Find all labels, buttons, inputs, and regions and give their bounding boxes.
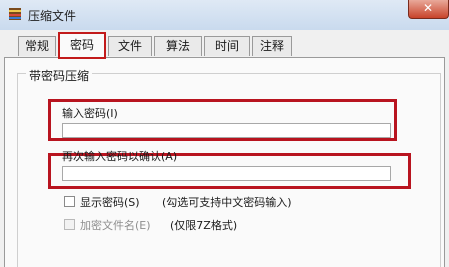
confirm-password-input[interactable] [62, 166, 391, 181]
encrypt-filenames-label: 加密文件名(E) [80, 219, 151, 232]
tab-strip: 常规 密码 文件 算法 时间 注释 [0, 30, 449, 59]
encrypt-filenames-note: (仅限7Z格式) [170, 219, 238, 232]
tab-general[interactable]: 常规 [18, 36, 56, 56]
show-password-checkbox[interactable] [64, 196, 75, 207]
show-password-label: 显示密码(S) [80, 196, 140, 209]
tab-password[interactable]: 密码 [58, 32, 106, 59]
close-button[interactable]: ✕ [408, 0, 449, 19]
confirm-label: 再次输入密码以确认(A) [62, 150, 178, 163]
close-icon: ✕ [423, 1, 434, 15]
tab-files[interactable]: 文件 [108, 36, 152, 56]
group-title: 带密码压缩 [26, 67, 93, 84]
tab-time[interactable]: 时间 [204, 36, 250, 56]
encrypt-filenames-checkbox[interactable] [64, 219, 75, 230]
tab-algorithm[interactable]: 算法 [154, 36, 202, 56]
compress-file-dialog: 压缩文件 ✕ 常规 密码 文件 算法 时间 注释 带密码压缩 输入密码(I) 再… [0, 0, 449, 267]
window-title: 压缩文件 [28, 9, 77, 23]
password-label: 输入密码(I) [62, 107, 118, 120]
title-bar: 压缩文件 ✕ [0, 0, 449, 30]
password-input[interactable] [62, 123, 391, 138]
show-password-note: (勾选可支持中文密码输入) [162, 196, 292, 209]
archive-icon [9, 8, 21, 20]
tab-comment[interactable]: 注释 [252, 36, 292, 56]
